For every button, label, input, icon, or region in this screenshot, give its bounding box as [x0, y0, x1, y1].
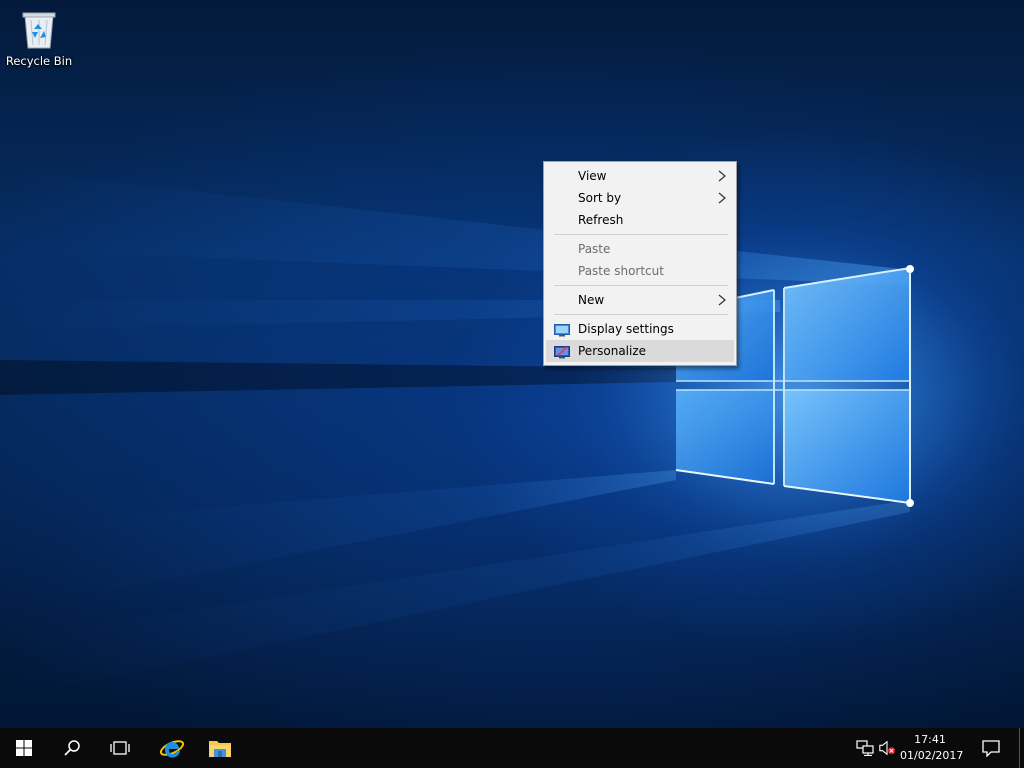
- menu-item-personalize[interactable]: Personalize: [546, 340, 734, 362]
- chevron-right-icon: [716, 289, 728, 311]
- task-view-icon: [110, 741, 130, 755]
- recycle-bin-label: Recycle Bin: [5, 54, 73, 68]
- menu-item-view[interactable]: View: [546, 165, 734, 187]
- internet-explorer-button[interactable]: [148, 728, 196, 768]
- wallpaper: [0, 170, 1024, 700]
- menu-item-refresh[interactable]: Refresh: [546, 209, 734, 231]
- menu-item-display-settings[interactable]: Display settings: [546, 318, 734, 340]
- action-center-icon: [982, 740, 1000, 757]
- volume-muted-icon[interactable]: [878, 740, 896, 756]
- task-view-button[interactable]: [96, 728, 144, 768]
- menu-item-sort-by[interactable]: Sort by: [546, 187, 734, 209]
- clock-date: 01/02/2017: [900, 749, 964, 762]
- menu-item-paste-shortcut: Paste shortcut: [546, 260, 734, 282]
- menu-separator: [554, 285, 728, 286]
- clock-time: 17:41: [914, 733, 946, 746]
- search-button[interactable]: [48, 728, 96, 768]
- menu-item-label: New: [578, 293, 605, 307]
- action-center-button[interactable]: [968, 728, 1014, 768]
- recycle-bin-desktop-icon[interactable]: Recycle Bin: [2, 4, 76, 76]
- menu-item-paste: Paste: [546, 238, 734, 260]
- file-explorer-icon: [209, 741, 231, 757]
- menu-item-label: Sort by: [578, 191, 622, 205]
- show-desktop-button[interactable]: [1019, 728, 1024, 768]
- recycle-bin-icon: [22, 12, 56, 49]
- windows-logo-icon: [16, 740, 32, 756]
- menu-item-label: Paste: [578, 242, 611, 256]
- chevron-right-icon: [716, 165, 728, 187]
- start-button[interactable]: [0, 728, 48, 768]
- menu-item-new[interactable]: New: [546, 289, 734, 311]
- menu-separator: [554, 314, 728, 315]
- menu-item-label: Personalize: [578, 344, 647, 358]
- personalize-icon: [554, 344, 570, 366]
- menu-item-label: Display settings: [578, 322, 674, 336]
- menu-separator: [554, 234, 728, 235]
- search-icon: [64, 740, 80, 756]
- menu-item-label: Paste shortcut: [578, 264, 664, 278]
- file-explorer-button[interactable]: [196, 728, 244, 768]
- taskbar: 17:41 01/02/2017: [0, 728, 1024, 768]
- desktop-context-menu: View Sort by Refresh Paste Paste shortcu…: [543, 161, 737, 366]
- menu-item-label: Refresh: [578, 213, 624, 227]
- internet-explorer-icon: [159, 740, 185, 758]
- network-icon[interactable]: [856, 740, 874, 756]
- taskbar-clock[interactable]: 17:41 01/02/2017: [900, 732, 964, 764]
- chevron-right-icon: [716, 187, 728, 209]
- desktop[interactable]: Recycle Bin View Sort by Refresh Paste P…: [0, 0, 1024, 728]
- menu-item-label: View: [578, 169, 607, 183]
